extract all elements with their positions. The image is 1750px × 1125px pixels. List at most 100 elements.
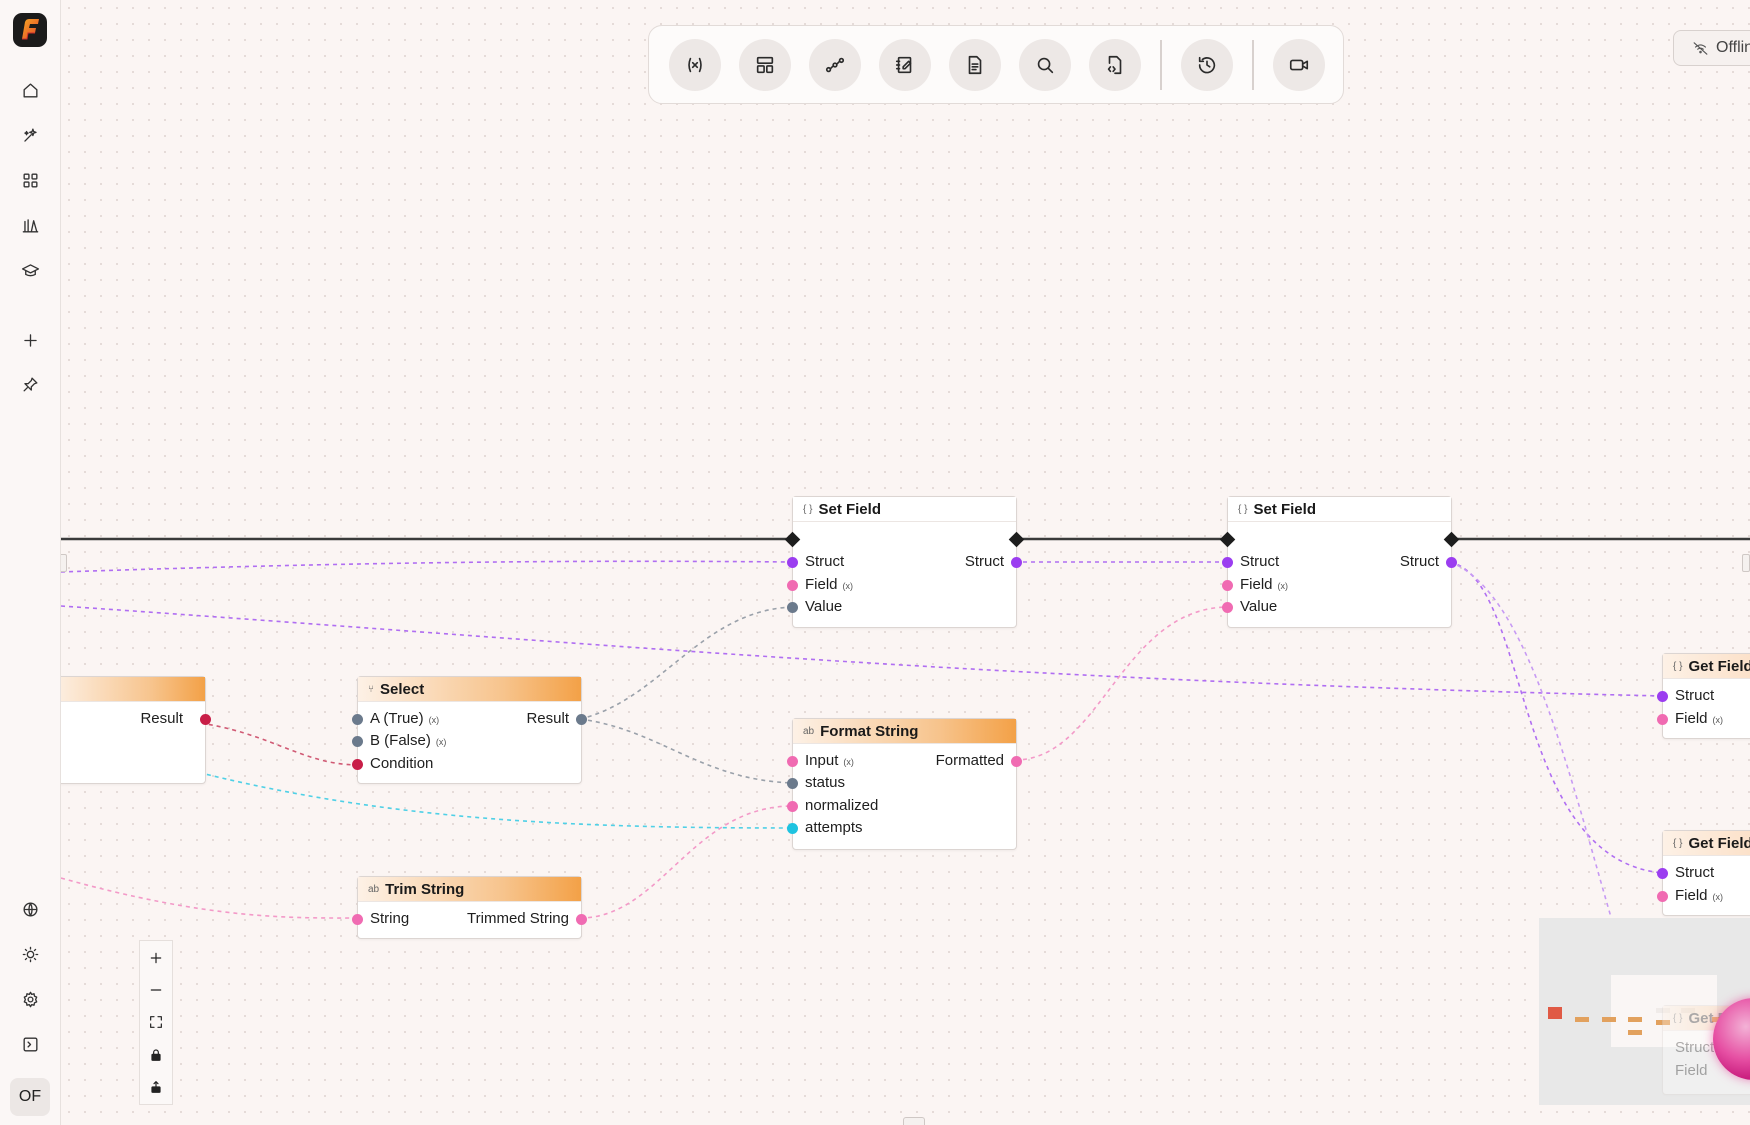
- variable-icon: (x): [843, 757, 854, 767]
- minimap-node: [1628, 1030, 1642, 1035]
- output-port-struct[interactable]: [1446, 557, 1457, 568]
- get-field-node[interactable]: { } Get Field Struct Field (x): [1657, 653, 1750, 739]
- sparkle-icon[interactable]: [14, 119, 46, 151]
- port-label: attempts: [805, 819, 863, 836]
- output-port-trimmed[interactable]: [576, 914, 587, 925]
- port-label: Result: [526, 710, 569, 727]
- port-label-text: B (False): [370, 732, 431, 749]
- node-title: Set Field: [818, 500, 881, 518]
- input-port-field[interactable]: [1657, 714, 1668, 725]
- braces-icon: { }: [1238, 503, 1248, 515]
- port-label-text: Field: [1675, 887, 1708, 904]
- output-port-result[interactable]: [576, 714, 587, 725]
- globe-icon[interactable]: [14, 893, 46, 925]
- wifi-off-icon: [1693, 41, 1708, 55]
- select-node[interactable]: ⑂ Select A (True) (x) B (False) (x) Condit…: [352, 676, 587, 784]
- input-port-struct[interactable]: [1222, 557, 1233, 568]
- document-icon[interactable]: [949, 39, 1001, 91]
- variable-icon: (x): [842, 581, 854, 591]
- get-field-node[interactable]: { } Get Field Struct Field (x): [1657, 830, 1750, 916]
- input-port-attempts[interactable]: [787, 823, 798, 834]
- variable-icon: (x): [1712, 715, 1724, 725]
- input-port-input[interactable]: [787, 756, 798, 767]
- input-port-string[interactable]: [352, 914, 363, 925]
- node-graph-canvas[interactable]: Offline Result ⑂ Select A (True) (x) B (F…: [61, 0, 1750, 1125]
- output-port-formatted[interactable]: [1011, 756, 1022, 767]
- format-string-node[interactable]: ab Format String Input (x) status normali…: [787, 718, 1022, 850]
- variable-icon: (x): [1277, 581, 1289, 591]
- notebook-icon[interactable]: [879, 39, 931, 91]
- export-icon[interactable]: [140, 1071, 172, 1103]
- port-label: Field (x): [805, 576, 853, 593]
- port-label-text: Field: [1675, 710, 1708, 727]
- input-port-a[interactable]: [352, 714, 363, 725]
- string-edge: [1014, 606, 1229, 761]
- set-field-node[interactable]: { } Set Field Struct Field (x) Value Stru…: [784, 496, 1025, 628]
- input-port-status[interactable]: [787, 778, 798, 789]
- canvas-toolbar: [648, 25, 1344, 104]
- pin-icon[interactable]: [14, 368, 46, 400]
- settings-icon[interactable]: [14, 983, 46, 1015]
- partial-node[interactable]: Result: [61, 676, 211, 784]
- input-port-struct[interactable]: [787, 557, 798, 568]
- input-port-field[interactable]: [787, 580, 798, 591]
- node-header: ab Format String: [793, 719, 1016, 744]
- input-port-field[interactable]: [1222, 580, 1233, 591]
- fit-view-icon[interactable]: [140, 1006, 172, 1038]
- port-label: Field (x): [1675, 710, 1723, 727]
- canvas-edge-handle-right[interactable]: [1742, 554, 1750, 572]
- port-label: Struct: [1675, 1039, 1715, 1056]
- input-port-value[interactable]: [787, 602, 798, 613]
- plus-icon[interactable]: [14, 324, 46, 356]
- input-port-condition[interactable]: [352, 759, 363, 770]
- node-header: { } Set Field: [1228, 497, 1451, 522]
- port-label: Struct: [1399, 553, 1439, 570]
- node-header: { } Get Field: [1663, 831, 1750, 856]
- offline-status-button[interactable]: Offline: [1673, 30, 1750, 66]
- app-logo[interactable]: [13, 13, 47, 47]
- value-edge: [579, 718, 794, 784]
- port-label: Value: [805, 598, 843, 615]
- layout-icon[interactable]: [739, 39, 791, 91]
- code-file-icon[interactable]: [1089, 39, 1141, 91]
- set-field-node[interactable]: { } Set Field Struct Field (x) Value Stru…: [1219, 496, 1460, 628]
- port-label-text: A (True): [370, 710, 424, 727]
- search-icon[interactable]: [1019, 39, 1071, 91]
- node-title: Get Field: [1688, 834, 1750, 852]
- input-port-struct[interactable]: [1657, 691, 1668, 702]
- braces-icon: { }: [1673, 837, 1683, 849]
- port-label: Struct: [805, 553, 845, 570]
- workflow-icon[interactable]: [809, 39, 861, 91]
- history-icon[interactable]: [1181, 39, 1233, 91]
- input-port-value[interactable]: [1222, 602, 1233, 613]
- port-label: Struct: [1675, 864, 1715, 881]
- input-port-field[interactable]: [1657, 891, 1668, 902]
- minimap-node: [1628, 1017, 1642, 1022]
- output-port-result[interactable]: [200, 714, 211, 725]
- input-port-struct[interactable]: [1657, 868, 1668, 879]
- library-icon[interactable]: [14, 209, 46, 241]
- node-header: ⑂ Select: [358, 677, 581, 702]
- port-label: Trimmed String: [467, 910, 569, 927]
- lock-icon[interactable]: [140, 1039, 172, 1071]
- input-port-b[interactable]: [352, 736, 363, 747]
- sun-icon[interactable]: [14, 938, 46, 970]
- zoom-in-icon[interactable]: [140, 942, 172, 974]
- port-label: Struct: [964, 553, 1004, 570]
- zoom-out-icon[interactable]: [140, 974, 172, 1006]
- terminal-icon[interactable]: [14, 1028, 46, 1060]
- text-icon: ab: [368, 883, 380, 895]
- variable-icon[interactable]: [669, 39, 721, 91]
- home-icon[interactable]: [14, 74, 46, 106]
- grid-icon[interactable]: [14, 164, 46, 196]
- input-port-normalized[interactable]: [787, 801, 798, 812]
- output-port-struct[interactable]: [1011, 557, 1022, 568]
- bottom-panel-handle[interactable]: [903, 1117, 925, 1125]
- graduation-cap-icon[interactable]: [14, 254, 46, 286]
- video-icon[interactable]: [1273, 39, 1325, 91]
- canvas-edge-handle-left[interactable]: [61, 554, 67, 572]
- zoom-controls: [139, 940, 173, 1105]
- trim-string-node[interactable]: ab Trim String String Trimmed String: [352, 876, 587, 939]
- variable-icon: (x): [1712, 892, 1724, 902]
- avatar[interactable]: OF: [10, 1078, 50, 1116]
